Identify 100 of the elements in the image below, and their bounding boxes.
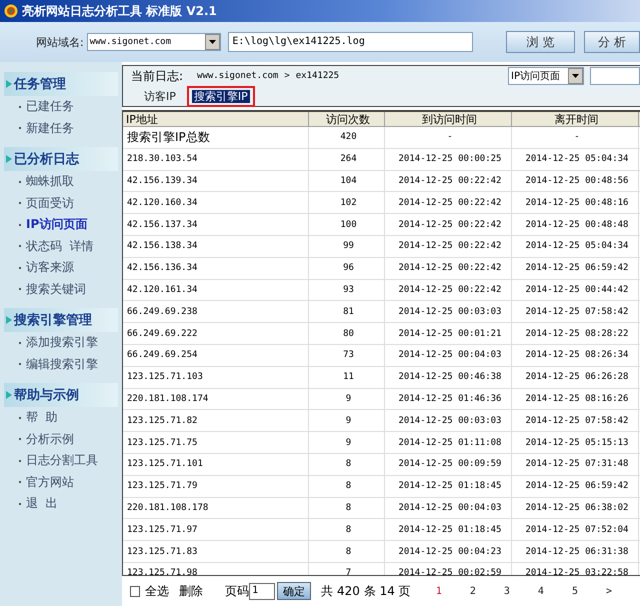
table-cell: 2014-12-25 08:16:26 [512,388,639,410]
tab[interactable]: 访客IP [137,86,183,106]
table-cell: 2014-12-25 00:48:16 [512,192,639,214]
sidebar-item[interactable]: 退 出 [26,493,58,514]
table-cell: 42.120.161.34 [123,280,309,302]
confirm-button[interactable]: 确定 [276,582,312,600]
view-dropdown[interactable]: IP访问页面 [508,67,584,85]
table-cell: 81 [309,301,385,324]
search-field[interactable] [590,67,640,85]
table-cell: 66.249.69.222 [123,323,309,345]
table-cell: 102 [309,192,385,214]
table-cell: 2014-12-25 01:46:36 [385,388,512,410]
sidebar-item[interactable]: 添加搜索引擎 [26,332,98,354]
table-cell: 123.125.71.97 [123,519,309,542]
table-cell: 2014-12-25 00:00:25 [385,148,512,171]
table-cell: 2014-12-25 00:09:59 [385,454,512,476]
page-number-field[interactable]: 1 [249,582,275,600]
group-title: 搜索引擎管理 [14,312,92,329]
window-title: 亮析网站日志分析工具 标准版 V2.1 [22,2,217,20]
select-all-checkbox[interactable] [130,586,140,596]
sidebar-item[interactable]: 搜索关键词 [26,278,86,300]
sidebar-group-header[interactable]: 任务管理 [4,72,118,96]
table-cell: 2014-12-25 00:01:21 [385,323,512,345]
group-title: 帮助与示例 [14,387,79,404]
table-cell: 2014-12-25 00:46:38 [385,366,512,389]
page-link[interactable]: 3 [504,586,510,596]
table-cell: 9 [309,432,385,454]
sidebar-item[interactable]: 已建任务 [26,96,74,118]
table-cell: 2014-12-25 08:28:22 [512,323,639,345]
table-cell: 220.181.108.178 [123,498,309,520]
triangle-icon [6,80,12,88]
table-cell: 123.125.71.103 [123,366,309,389]
sidebar-item[interactable]: 帮 助 [26,407,58,428]
dropdown-arrow-icon [209,40,216,44]
table-cell: 8 [309,519,385,542]
table-cell: 2014-12-25 00:03:03 [385,301,512,324]
table-cell: 123.125.71.79 [123,476,309,498]
domain-dropdown[interactable]: www.sigonet.com [86,33,222,51]
sidebar-group-header[interactable]: 搜索引擎管理 [4,308,118,332]
delete-link[interactable]: 删除 [179,582,204,600]
table-cell: 123.125.71.75 [123,432,309,454]
group-title: 已分析日志 [14,150,79,168]
table-cell: 2014-12-25 00:44:42 [512,280,639,302]
sidebar-group-header[interactable]: 已分析日志 [4,147,118,171]
table-cell: 123.125.71.82 [123,410,309,432]
triangle-icon [6,316,12,324]
table-cell: 2014-12-25 00:22:42 [385,214,512,236]
page-link[interactable]: 5 [572,586,578,596]
table-cell: 2014-12-25 00:22:42 [385,280,512,302]
toolbar-button[interactable]: 分 析 [584,31,640,53]
table-cell: 8 [309,498,385,520]
sidebar-item[interactable]: 分析示例 [26,428,74,450]
table-cell: 420 [309,127,385,149]
page-link[interactable]: 4 [538,586,544,596]
page-link[interactable]: 1 [436,586,442,596]
tab[interactable]: 搜索引擎IP [186,86,255,106]
table-cell: 2014-12-25 00:04:03 [385,344,512,367]
table-cell: 2014-12-25 07:58:42 [512,301,639,324]
sidebar-item[interactable]: 蜘蛛抓取 [26,171,74,192]
breadcrumb-separator: > [284,71,290,81]
table-cell: 搜索引擎IP总数 [123,127,309,149]
table-cell: 2014-12-25 07:58:42 [512,410,639,432]
table-cell: 2014-12-25 00:04:03 [385,498,512,520]
sidebar-item[interactable]: 状态码 详情 [26,236,94,257]
column-header[interactable]: 离开时间 [512,112,639,127]
log-path-field[interactable]: E:\log\lg\ex141225.log [228,32,473,52]
table-cell: 2014-12-25 06:59:42 [512,258,639,280]
sidebar-item[interactable]: 访客来源 [26,257,74,278]
table-cell: 2014-12-25 01:18:45 [385,476,512,498]
toolbar-button[interactable]: 浏 览 [506,31,576,53]
table-cell: 2014-12-25 00:22:42 [385,236,512,258]
table-cell: 123.125.71.101 [123,454,309,476]
table-cell: 8 [309,541,385,563]
table-cell: 93 [309,280,385,302]
sidebar-group-header[interactable]: 帮助与示例 [4,383,118,407]
table-cell: 9 [309,388,385,410]
table-cell: 42.120.160.34 [123,192,309,214]
column-header[interactable]: 访问次数 [309,112,385,127]
table-cell: 2014-12-25 00:04:23 [385,541,512,563]
domain-label: 网站域名: [36,34,84,50]
sidebar-item[interactable]: 日志分割工具 [26,450,98,472]
next-page-link[interactable]: > [606,586,612,596]
page-summary: 共 420 条 14 页 [321,582,411,600]
breadcrumb-site: www.sigonet.com [197,71,278,81]
current-log-label: 当前日志: [131,68,184,84]
sidebar-item[interactable]: 页面受访 [26,192,74,214]
column-header[interactable]: IP地址 [123,112,309,127]
sidebar-item[interactable]: 新建任务 [26,118,74,139]
table-cell: 42.156.136.34 [123,258,309,280]
sidebar-item[interactable]: IP访问页面 [26,214,88,236]
table-cell: 2014-12-25 00:48:56 [512,170,639,192]
sidebar-item[interactable]: 编辑搜索引擎 [26,354,98,375]
column-header[interactable]: 到访问时间 [385,112,512,127]
sidebar-item[interactable]: 官方网站 [26,472,74,493]
table-cell: 220.181.108.174 [123,388,309,410]
breadcrumb-log: ex141225 [296,71,340,81]
table-cell: 100 [309,214,385,236]
table-cell: 99 [309,236,385,258]
table-cell: 218.30.103.54 [123,148,309,171]
page-link[interactable]: 2 [470,586,476,596]
